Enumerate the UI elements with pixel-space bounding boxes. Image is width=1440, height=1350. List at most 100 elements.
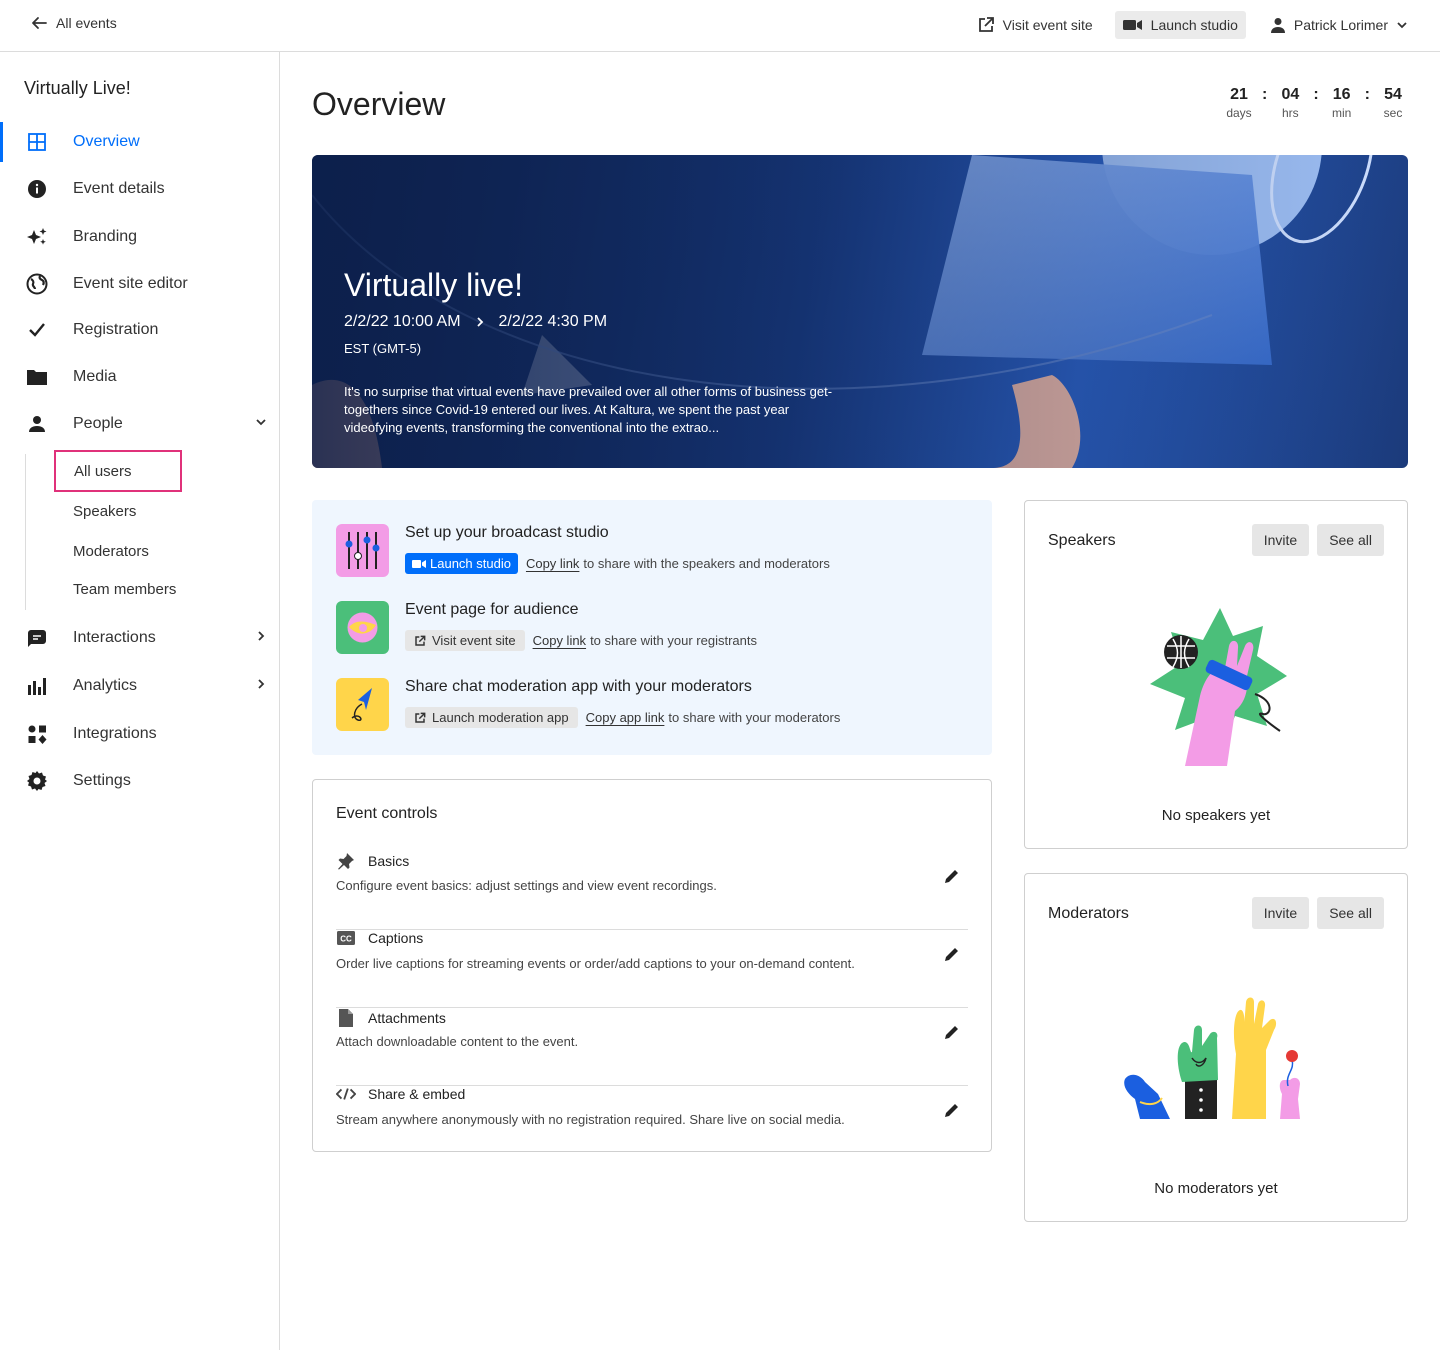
apps-icon	[26, 723, 48, 745]
control-title: Attachments	[368, 1010, 446, 1026]
hero-description: It's no surprise that virtual events hav…	[344, 384, 833, 435]
event-start: 2/2/22 10:00 AM	[344, 313, 461, 330]
sidebar-subitem-moderators[interactable]: Moderators	[73, 543, 149, 560]
sidebar-item-label: Event site editor	[73, 275, 188, 292]
page-title: Overview	[312, 86, 446, 122]
event-controls-card: Event controls Basics Configure event ba…	[312, 779, 992, 1152]
sidebar-item-label: Settings	[73, 772, 131, 789]
moderators-empty-state: No moderators yet	[1154, 1180, 1278, 1197]
sidebar-item-analytics[interactable]: Analytics	[0, 666, 279, 706]
sidebar-subitem-all-users[interactable]: All users	[54, 450, 182, 492]
visit-event-site-quick-button[interactable]: Visit event site	[405, 630, 525, 651]
video-camera-icon	[412, 559, 426, 568]
countdown-hours: 04 hrs	[1275, 86, 1305, 120]
pencil-icon	[945, 1103, 959, 1117]
visit-event-site-quick-label: Visit event site	[432, 633, 516, 648]
pencil-icon	[945, 947, 959, 961]
sidebar-item-settings[interactable]: Settings	[0, 761, 279, 801]
studio-mixer-icon	[336, 524, 389, 577]
countdown-value: 21	[1230, 86, 1248, 103]
sidebar-subitem-speakers[interactable]: Speakers	[73, 503, 136, 520]
sidebar-item-media[interactable]: Media	[0, 357, 279, 397]
moderation-app-row: Share chat moderation app with your mode…	[336, 678, 976, 732]
chevron-right-icon	[258, 679, 265, 689]
broadcast-studio-row: Set up your broadcast studio Launch stud…	[336, 524, 976, 578]
external-link-icon	[978, 17, 994, 32]
studio-title: Set up your broadcast studio	[405, 524, 609, 541]
user-menu[interactable]: Patrick Lorimer	[1260, 11, 1408, 39]
countdown-value: 54	[1384, 86, 1402, 103]
chevron-right-icon	[476, 317, 483, 327]
sidebar-item-label: Overview	[73, 133, 140, 150]
pencil-icon	[945, 869, 959, 883]
moderators-card: Moderators Invite See all No moderators …	[1024, 873, 1408, 1222]
edit-captions-button[interactable]	[944, 946, 960, 967]
user-icon	[1270, 18, 1285, 33]
sidebar-item-people[interactable]: People	[0, 404, 279, 444]
moderation-share-text: to share with your moderators	[668, 710, 841, 725]
user-name: Patrick Lorimer	[1293, 17, 1388, 33]
folder-icon	[26, 366, 48, 388]
countdown-label: days	[1226, 106, 1252, 120]
launch-moderation-app-button[interactable]: Launch moderation app	[405, 707, 578, 728]
chevron-down-icon	[256, 419, 266, 426]
studio-share-text: to share with the speakers and moderator…	[583, 556, 830, 571]
sidebar-item-label: Event details	[73, 180, 165, 197]
chat-icon	[26, 627, 48, 649]
paper-plane-icon	[336, 678, 389, 731]
sidebar-item-event-site-editor[interactable]: Event site editor	[0, 264, 279, 304]
sidebar-item-event-details[interactable]: Event details	[0, 169, 279, 209]
sidebar-item-overview[interactable]: Overview	[0, 122, 279, 162]
speaker-microphone-illustration	[1150, 608, 1287, 766]
edit-basics-button[interactable]	[944, 868, 960, 889]
countdown-separator: :	[1262, 86, 1268, 103]
speakers-empty-state: No speakers yet	[1161, 807, 1271, 824]
event-end: 2/2/22 4:30 PM	[498, 313, 608, 330]
copy-app-link[interactable]: Copy app link	[586, 710, 665, 725]
gear-icon	[26, 770, 48, 792]
event-countdown: 21 days : 04 hrs : 16 min : 54 sec	[1224, 86, 1408, 120]
sidebar-item-integrations[interactable]: Integrations	[0, 714, 279, 754]
cc-icon: CC	[336, 930, 356, 946]
back-label: All events	[56, 15, 117, 31]
edit-attachments-button[interactable]	[944, 1024, 960, 1045]
svg-text:CC: CC	[340, 935, 352, 944]
launch-studio-button[interactable]: Launch studio	[1114, 11, 1246, 39]
back-to-all-events-link[interactable]: All events	[30, 14, 117, 32]
code-icon	[336, 1087, 356, 1101]
invite-speakers-button[interactable]: Invite	[1251, 524, 1310, 556]
launch-studio-quick-label: Launch studio	[430, 556, 511, 571]
countdown-label: min	[1332, 106, 1352, 120]
control-description: Order live captions for streaming events…	[336, 956, 855, 971]
sidebar-item-registration[interactable]: Registration	[0, 310, 279, 350]
visit-event-site-link[interactable]: Visit event site	[969, 10, 1101, 40]
control-row-attachments: Attachments Attach downloadable content …	[336, 1008, 968, 1086]
sidebar-item-interactions[interactable]: Interactions	[0, 618, 279, 658]
invite-moderators-button[interactable]: Invite	[1251, 897, 1310, 929]
sidebar-subitem-team-members[interactable]: Team members	[73, 581, 176, 598]
launch-moderation-app-label: Launch moderation app	[432, 710, 569, 725]
copy-event-link[interactable]: Copy link	[533, 633, 586, 648]
audience-page-row: Event page for audience Visit event site…	[336, 601, 976, 655]
copy-studio-link[interactable]: Copy link	[526, 556, 579, 571]
sidebar-item-label: Media	[73, 368, 117, 385]
raised-hands-illustration	[1124, 997, 1300, 1119]
countdown-seconds: 54 sec	[1378, 86, 1408, 120]
speakers-title: Speakers	[1048, 532, 1116, 549]
sidebar-item-branding[interactable]: Branding	[0, 217, 279, 257]
edit-share-embed-button[interactable]	[944, 1102, 960, 1123]
external-link-icon	[415, 635, 426, 646]
event-controls-title: Event controls	[336, 805, 438, 822]
audience-page-icon	[336, 601, 389, 654]
event-name: Virtually Live!	[24, 78, 131, 98]
sparkle-icon	[26, 226, 48, 248]
sidebar-item-label: Analytics	[73, 677, 138, 694]
moderators-title: Moderators	[1048, 905, 1129, 922]
launch-studio-quick-button[interactable]: Launch studio	[405, 553, 518, 574]
sidebar-item-label: Interactions	[73, 629, 156, 646]
control-description: Configure event basics: adjust settings …	[336, 878, 717, 893]
see-all-speakers-button[interactable]: See all	[1317, 524, 1384, 556]
see-all-moderators-button[interactable]: See all	[1317, 897, 1384, 929]
visit-event-site-label: Visit event site	[1002, 17, 1093, 33]
countdown-label: sec	[1383, 106, 1403, 120]
